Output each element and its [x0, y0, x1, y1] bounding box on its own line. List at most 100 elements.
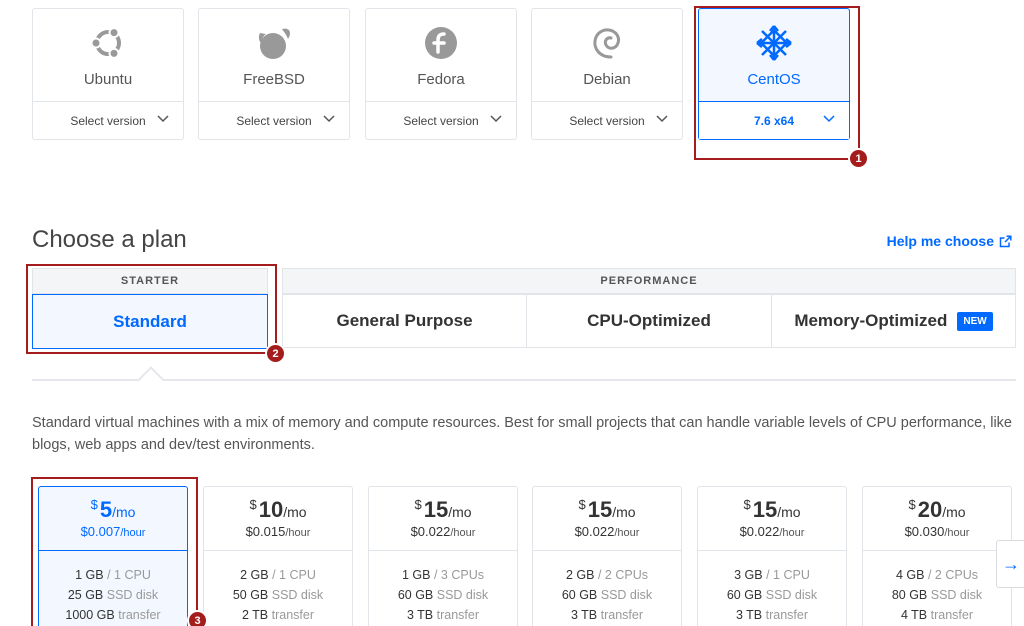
transfer-label: transfer [765, 608, 809, 622]
chevron-down-icon [490, 115, 502, 123]
tab-label: Memory-Optimized [794, 311, 948, 330]
price-card-2[interactable]: $10/mo $0.015/hour 2 GB / 1 CPU 50 GB SS… [203, 486, 353, 626]
spec-transfer: 3 TB transfer [698, 605, 846, 625]
price-amount: 15 [423, 497, 449, 522]
annotation-box-3 [31, 477, 198, 626]
spec-memory-cpu: 2 GB / 2 CPUs [533, 565, 681, 585]
per-hour-label: /hour [614, 527, 640, 539]
price-amount: 20 [917, 497, 943, 522]
hourly-price: $0.022/hour [369, 524, 517, 539]
tab-memory-optimized[interactable]: Memory-Optimized NEW [771, 294, 1016, 348]
plan-specs: 2 GB / 2 CPUs 60 GB SSD disk 3 TB transf… [533, 551, 681, 625]
hourly-price: $0.015/hour [204, 524, 352, 539]
currency-symbol: $ [414, 497, 422, 512]
spec-memory-cpu: 3 GB / 1 CPU [698, 565, 846, 585]
os-card-fedora[interactable]: Fedora Select version [365, 8, 517, 140]
debian-icon [532, 21, 682, 65]
version-select[interactable]: Select version [199, 101, 349, 139]
per-hour-label: /hour [779, 527, 805, 539]
chevron-down-icon [157, 115, 169, 123]
disk-label: SSD disk [930, 588, 983, 602]
price-card-3[interactable]: $15/mo $0.022/hour 1 GB / 3 CPUs 60 GB S… [368, 486, 518, 626]
transfer-value: 2 TB [241, 608, 269, 622]
annotation-badge-1: 1 [848, 148, 869, 169]
memory-value: 4 GB [896, 568, 925, 582]
memory-value: 3 GB [734, 568, 763, 582]
disk-value: 60 GB [726, 588, 763, 602]
transfer-value: 3 TB [406, 608, 434, 622]
hourly-amount: $0.022 [739, 524, 780, 539]
spec-disk: 60 GB SSD disk [698, 585, 846, 605]
os-card-ubuntu[interactable]: Ubuntu Select version [32, 8, 184, 140]
os-name: FreeBSD [243, 71, 305, 88]
next-arrow-button[interactable]: → [996, 540, 1024, 588]
version-select[interactable]: Select version [33, 101, 183, 139]
monthly-price: $15/mo [698, 497, 846, 523]
spec-transfer: 3 TB transfer [369, 605, 517, 625]
disk-label: SSD disk [271, 588, 324, 602]
chevron-down-icon [656, 115, 668, 123]
price-header: $15/mo $0.022/hour [369, 487, 517, 551]
os-card-debian[interactable]: Debian Select version [531, 8, 683, 140]
price-header: $15/mo $0.022/hour [533, 487, 681, 551]
price-amount: 15 [587, 497, 613, 522]
monthly-price: $20/mo [863, 497, 1011, 523]
cpu-value: / 3 CPUs [433, 568, 484, 582]
price-card-6[interactable]: $20/mo $0.030/hour 4 GB / 2 CPUs 80 GB S… [862, 486, 1012, 626]
disk-label: SSD disk [600, 588, 653, 602]
price-card-4[interactable]: $15/mo $0.022/hour 2 GB / 2 CPUs 60 GB S… [532, 486, 682, 626]
price-amount: 15 [752, 497, 778, 522]
price-card-5[interactable]: $15/mo $0.022/hour 3 GB / 1 CPU 60 GB SS… [697, 486, 847, 626]
arrow-right-icon: → [1002, 553, 1020, 574]
per-month-label: /mo [448, 504, 472, 520]
help-me-choose-link[interactable]: Help me choose [887, 233, 1012, 249]
disk-label: SSD disk [436, 588, 489, 602]
transfer-label: transfer [271, 608, 315, 622]
per-hour-label: /hour [285, 527, 311, 539]
price-header: $20/mo $0.030/hour [863, 487, 1011, 551]
hourly-price: $0.022/hour [533, 524, 681, 539]
currency-symbol: $ [908, 497, 916, 512]
tab-general-purpose[interactable]: General Purpose [282, 294, 527, 348]
plan-specs: 2 GB / 1 CPU 50 GB SSD disk 2 TB transfe… [204, 551, 352, 625]
disk-value: 60 GB [397, 588, 434, 602]
hourly-amount: $0.015 [245, 524, 286, 539]
currency-symbol: $ [743, 497, 751, 512]
plan-specs: 3 GB / 1 CPU 60 GB SSD disk 3 TB transfe… [698, 551, 846, 625]
version-select[interactable]: Select version [532, 101, 682, 139]
memory-value: 2 GB [240, 568, 269, 582]
performance-group-label: PERFORMANCE [282, 268, 1016, 294]
os-card-freebsd[interactable]: FreeBSD Select version [198, 8, 350, 140]
tab-cpu-optimized[interactable]: CPU-Optimized [526, 294, 772, 348]
spec-transfer: 3 TB transfer [533, 605, 681, 625]
ubuntu-icon [33, 21, 183, 65]
memory-value: 2 GB [566, 568, 595, 582]
hourly-amount: $0.022 [574, 524, 615, 539]
tab-label: General Purpose [336, 311, 473, 330]
per-month-label: /mo [283, 504, 307, 520]
os-name: Fedora [417, 71, 465, 88]
plan-section-title: Choose a plan [32, 226, 187, 253]
os-name: Debian [583, 71, 631, 88]
currency-symbol: $ [578, 497, 586, 512]
hourly-amount: $0.030 [904, 524, 945, 539]
transfer-value: 3 TB [735, 608, 763, 622]
version-select[interactable]: Select version [366, 101, 516, 139]
annotation-box-1 [694, 6, 860, 160]
transfer-value: 4 TB [900, 608, 928, 622]
cpu-value: / 2 CPUs [927, 568, 978, 582]
section-divider [32, 379, 1016, 381]
price-amount: 10 [258, 497, 284, 522]
spec-disk: 80 GB SSD disk [863, 585, 1011, 605]
new-badge: NEW [957, 311, 993, 331]
disk-value: 50 GB [232, 588, 269, 602]
monthly-price: $15/mo [369, 497, 517, 523]
hourly-price: $0.030/hour [863, 524, 1011, 539]
per-month-label: /mo [942, 504, 966, 520]
disk-value: 60 GB [561, 588, 598, 602]
hourly-price: $0.022/hour [698, 524, 846, 539]
external-link-icon [999, 234, 1012, 247]
price-header: $10/mo $0.015/hour [204, 487, 352, 551]
transfer-label: transfer [600, 608, 644, 622]
spec-disk: 50 GB SSD disk [204, 585, 352, 605]
